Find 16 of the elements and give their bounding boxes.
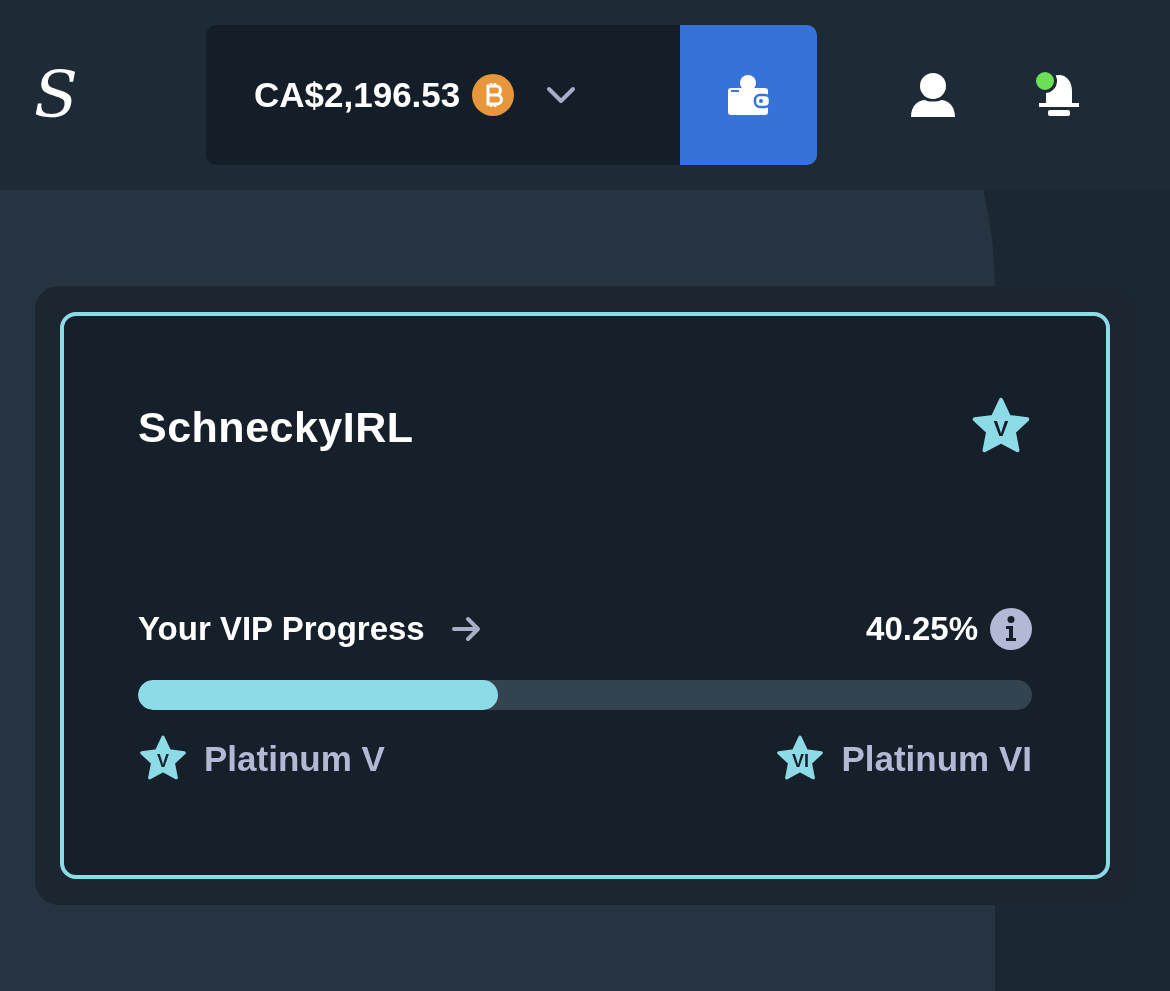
notifications-button[interactable] <box>1037 73 1081 117</box>
wallet-button[interactable] <box>680 25 817 165</box>
info-icon[interactable] <box>990 608 1032 650</box>
next-tier-name: Platinum VI <box>841 739 1032 779</box>
current-tier-name: Platinum V <box>204 739 385 779</box>
logo[interactable]: S <box>34 63 84 127</box>
bitcoin-icon <box>472 74 515 116</box>
user-icon <box>911 73 955 117</box>
profile-button[interactable] <box>911 73 955 117</box>
progress-percent: 40.25% <box>866 610 978 648</box>
chevron-down-icon <box>546 86 577 104</box>
arrow-right-icon <box>450 616 483 642</box>
balance-dropdown[interactable]: CA$2,196.53 <box>206 25 680 165</box>
wallet-icon <box>726 74 771 116</box>
vip-progress-link[interactable]: Your VIP Progress <box>138 610 483 648</box>
username: SchneckyIRL <box>138 402 414 452</box>
